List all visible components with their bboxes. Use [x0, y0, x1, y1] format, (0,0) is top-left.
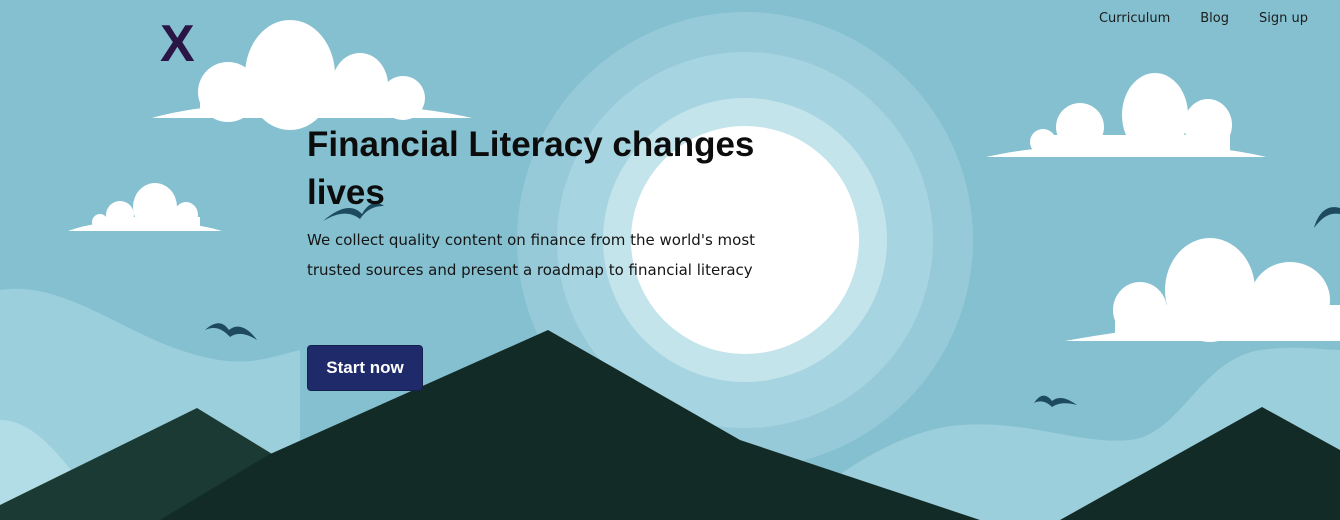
bird-right	[1034, 395, 1077, 407]
cloud-right-large	[1065, 238, 1340, 342]
top-nav: Curriculum Blog Sign up	[1099, 10, 1308, 28]
cloud-top-left	[152, 20, 472, 130]
hero-illustration: X Curriculum Blog Sign up Financial Lite…	[0, 0, 1340, 520]
bird-edge	[1314, 207, 1340, 228]
start-now-button[interactable]: Start now	[307, 345, 423, 391]
logo[interactable]: X	[160, 18, 195, 70]
cloud-top-right	[986, 73, 1266, 157]
nav-blog[interactable]: Blog	[1200, 10, 1229, 28]
nav-sign-up[interactable]: Sign up	[1259, 10, 1308, 28]
hero-description: We collect quality content on finance fr…	[307, 231, 756, 279]
hero-content: Financial Literacy changes lives We coll…	[307, 121, 787, 285]
hero-title: Financial Literacy changes lives	[307, 125, 755, 212]
nav-curriculum[interactable]: Curriculum	[1099, 10, 1170, 28]
cloud-left-small	[68, 183, 222, 231]
bird-left	[205, 323, 257, 340]
